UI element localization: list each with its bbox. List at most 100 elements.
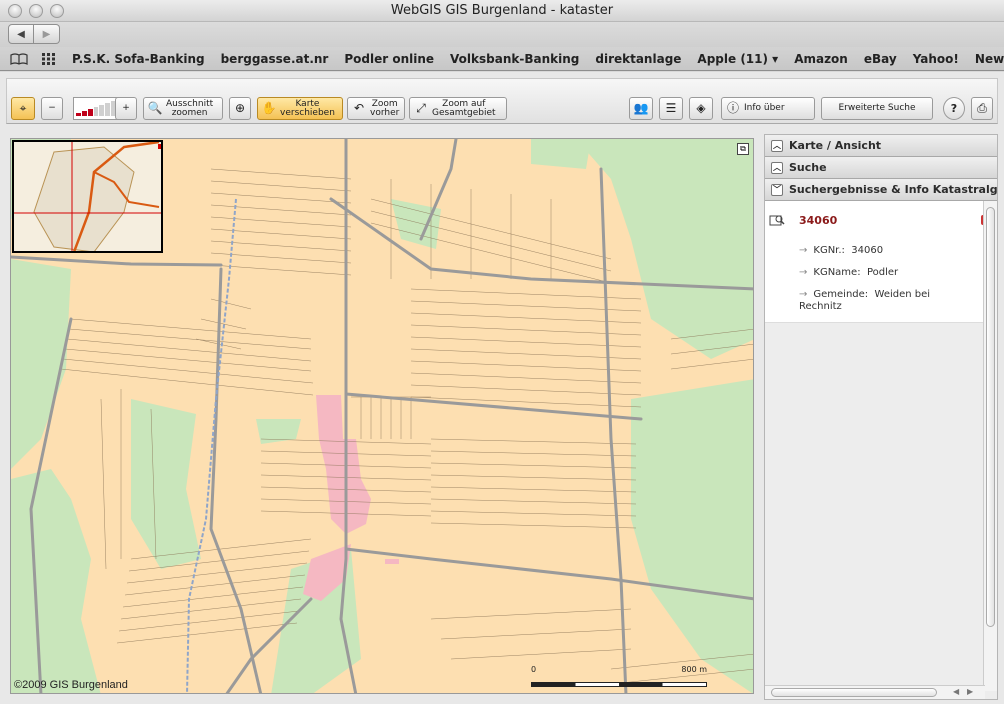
section-suche-label: Suche [789, 161, 827, 174]
chevron-down-icon: ﹀ [771, 183, 783, 196]
scale-bar: 0 800 m [531, 665, 707, 689]
vertical-scroll-thumb[interactable] [986, 207, 995, 627]
forward-arrow-icon: ▶ [42, 28, 51, 40]
side-panel: ︿ Karte / Ansicht ︿ Suche ﹀ Suchergebnis… [764, 134, 998, 700]
zoom-out-label: − [48, 103, 56, 113]
zoom-crosshair-icon: ⊕ [234, 101, 246, 115]
zoomvorher-line2: vorher [370, 107, 400, 118]
bookmark-ebay[interactable]: eBay [864, 52, 897, 66]
bookmark-news[interactable]: News ▾ [975, 52, 1004, 66]
history-buttons: ◀ ▶ [8, 24, 60, 44]
back-button[interactable]: ◀ [8, 24, 34, 44]
section-suchergebnisse-label: Suchergebnisse & Info Katastralgemeinden [789, 183, 997, 196]
scroll-right-icon[interactable]: ▶ [967, 687, 973, 696]
scale-end-label: 800 m [681, 665, 707, 674]
karte-verschieben-button[interactable]: ✋ Karte verschieben [257, 97, 343, 120]
map-toolbar: ⌖ − + 🔍 Ausschnitt zoomen ⊕ ✋ Karte versch… [6, 78, 998, 124]
navigation-row: ◀ ▶ [0, 22, 1004, 47]
bullet-arrow-icon: → [799, 245, 808, 256]
webgis-app: ⌖ − + 🔍 Ausschnitt zoomen ⊕ ✋ Karte versch… [0, 72, 1004, 704]
help-icon: ? [950, 102, 958, 115]
print-icon: ⎙ [977, 101, 987, 115]
result-header: 34060 [769, 213, 837, 227]
undo-icon: ↶ [353, 101, 365, 115]
back-arrow-icon: ◀ [17, 28, 25, 40]
info-icon: ⓘ [726, 101, 739, 115]
zoom-out-button[interactable]: − [41, 97, 63, 120]
scale-bar-graphic [531, 682, 707, 687]
attr-kgnr: → KGNr.: 34060 [799, 245, 883, 257]
help-button[interactable]: ? [943, 97, 965, 120]
legend-button[interactable]: ☰ [659, 97, 683, 120]
attr-kgname-value: Podler [866, 267, 899, 278]
crosshair-icon: ⌖ [19, 101, 27, 115]
book-icon[interactable] [10, 52, 28, 66]
scroll-left-icon[interactable]: ◀ [953, 687, 959, 696]
grid-icon[interactable] [42, 52, 56, 66]
attr-kgname-label: KGName: [813, 267, 861, 278]
overview-map-graphic [14, 142, 161, 251]
result-id-link[interactable]: 34060 [799, 214, 837, 227]
hand-icon: ✋ [261, 101, 277, 115]
info-button[interactable]: ⓘ Info über [721, 97, 815, 120]
attr-gemeinde-label: Gemeinde: [813, 289, 869, 300]
magnifier-icon: 🔍 [147, 101, 163, 115]
attr-kgname: → KGName: Podler [799, 267, 898, 279]
info-label: Info über [744, 103, 785, 113]
gesamt-line2: Gesamtgebiet [432, 107, 496, 118]
zoom-in-label: + [122, 103, 130, 113]
zoom-gesamtgebiet-button[interactable]: ⤢ Zoom auf Gesamtgebiet [409, 97, 507, 120]
zoom-vorher-button[interactable]: ↶ Zoom vorher [347, 97, 405, 120]
bookmarks-bar: P.S.K. Sofa-Banking berggasse.at.nr Podl… [0, 47, 1004, 71]
overview-map[interactable] [12, 140, 163, 253]
bookmark-berggasse[interactable]: berggasse.at.nr [221, 52, 329, 66]
erweiterte-suche-button[interactable]: Erweiterte Suche [821, 97, 933, 120]
bookmark-direktanlage[interactable]: direktanlage [595, 52, 681, 66]
section-suchergebnisse[interactable]: ﹀ Suchergebnisse & Info Katastralgemeind… [765, 179, 997, 201]
maximize-icon: ⧉ [740, 144, 746, 153]
layers-button[interactable]: ◈ [689, 97, 713, 120]
bullet-arrow-icon: → [799, 267, 808, 278]
list-icon: ☰ [665, 101, 677, 115]
bookmark-yahoo[interactable]: Yahoo! [913, 52, 959, 66]
horizontal-scroll-thumb[interactable] [771, 688, 937, 697]
forward-button[interactable]: ▶ [34, 24, 60, 44]
maximize-map-button[interactable]: ⧉ [737, 143, 749, 155]
attr-gemeinde: → Gemeinde: Weiden bei Rechnitz [799, 289, 949, 313]
bookmark-amazon[interactable]: Amazon [794, 52, 848, 66]
window-title: WebGIS GIS Burgenland - kataster [390, 3, 614, 18]
bookmark-podler[interactable]: Podler online [344, 52, 434, 66]
section-suche[interactable]: ︿ Suche [765, 157, 997, 179]
browser-window: WebGIS GIS Burgenland - kataster ◀ ▶ P.S… [0, 0, 1004, 704]
title-bar: WebGIS GIS Burgenland - kataster [0, 0, 1004, 22]
layers-icon: ◈ [696, 101, 706, 115]
zoom-center-button[interactable]: ⊕ [229, 97, 251, 120]
print-button[interactable]: ⎙ [971, 97, 993, 120]
map-view[interactable]: ⧉ 0 800 m ©2009 GIS Burgenland [10, 138, 754, 694]
chevron-up-icon: ︿ [771, 161, 783, 174]
chevron-up-icon: ︿ [771, 139, 783, 152]
karte-line2: verschieben [280, 107, 335, 118]
erweiterte-suche-label: Erweiterte Suche [838, 103, 916, 113]
people-button[interactable]: 👥 [629, 97, 653, 120]
attr-kgnr-value: 34060 [851, 245, 884, 256]
ausschnitt-line2: zoomen [171, 107, 208, 118]
full-extent-icon: ⤢ [416, 101, 426, 115]
bookmark-psk[interactable]: P.S.K. Sofa-Banking [72, 52, 205, 66]
zoom-to-parcel-icon[interactable] [769, 213, 785, 227]
panel-vertical-scrollbar[interactable] [983, 201, 997, 691]
copyright-notice: ©2009 GIS Burgenland [14, 679, 128, 691]
search-result-card: 34060 → KGNr.: 34060 → KGName: Podler → Gem… [765, 201, 991, 323]
people-icon: 👥 [633, 101, 649, 115]
zoom-level-slider[interactable] [73, 97, 119, 120]
section-karte-ansicht[interactable]: ︿ Karte / Ansicht [765, 135, 997, 157]
panel-horizontal-scrollbar[interactable]: ◀ ▶ [765, 685, 985, 699]
zoom-in-button[interactable]: + [115, 97, 137, 120]
select-tool-button[interactable]: ⌖ [11, 97, 35, 120]
bullet-arrow-icon: → [799, 289, 808, 300]
attr-kgnr-label: KGNr.: [813, 245, 845, 256]
bookmark-apple[interactable]: Apple (11) ▾ [697, 52, 778, 66]
bookmark-volksbank[interactable]: Volksbank-Banking [450, 52, 579, 66]
section-karte-ansicht-label: Karte / Ansicht [789, 139, 882, 152]
ausschnitt-zoomen-button[interactable]: 🔍 Ausschnitt zoomen [143, 97, 223, 120]
